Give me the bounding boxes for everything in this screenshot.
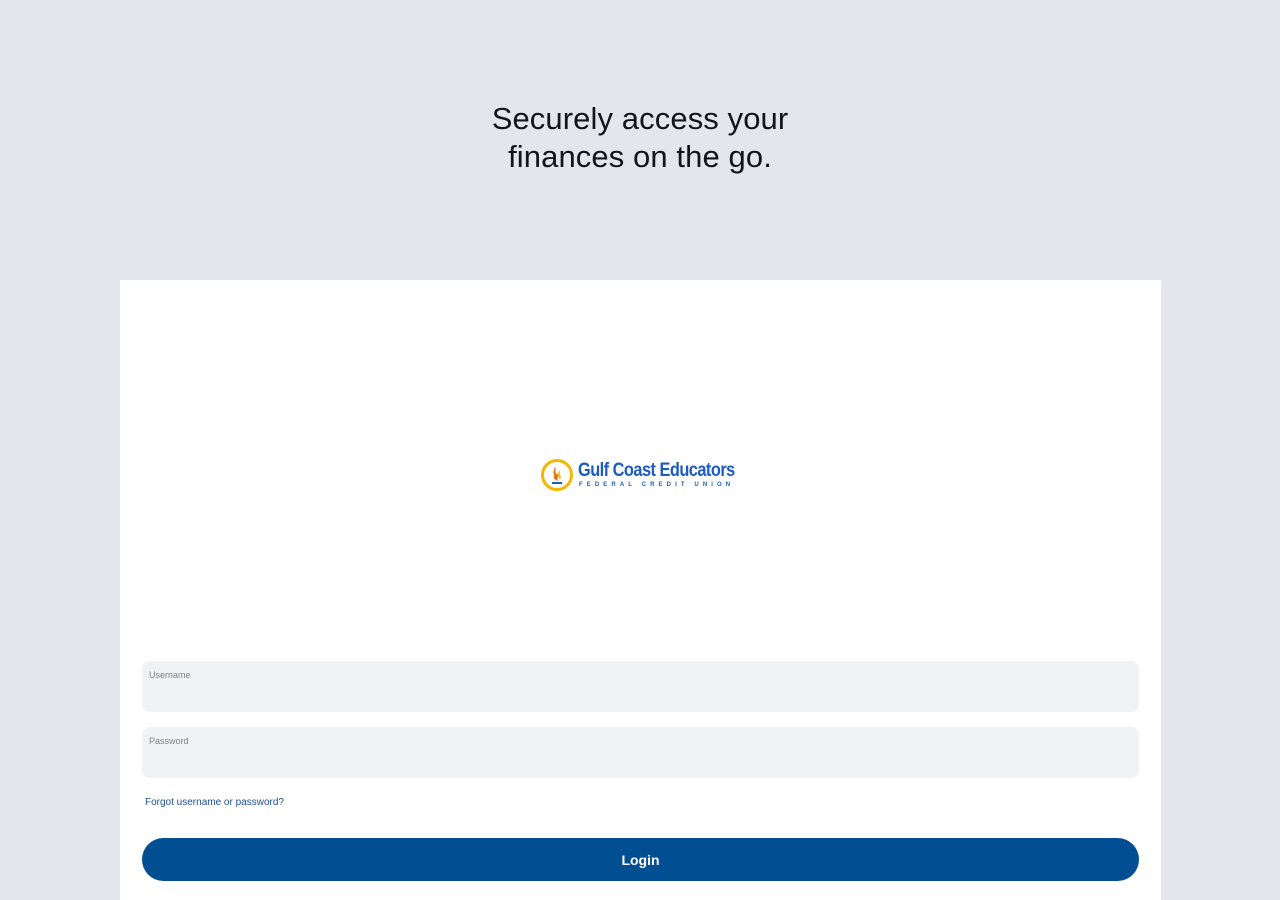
logo-wordmark: Gulf Coast Educators FEDERAL CREDIT UNIO… — [578, 461, 760, 489]
login-button[interactable]: Login — [142, 838, 1139, 881]
headline-line-2: finances on the go. — [508, 139, 772, 174]
password-input[interactable] — [149, 749, 1129, 771]
brand-logo: Gulf Coast Educators FEDERAL CREDIT UNIO… — [540, 458, 760, 492]
login-page: Securely access your finances on the go.… — [0, 0, 1280, 900]
headline-line-1: Securely access your — [491, 101, 789, 136]
logo-subtitle: FEDERAL CREDIT UNION — [579, 482, 735, 488]
username-input[interactable] — [149, 683, 1129, 705]
forgot-credentials-link[interactable]: Forgot username or password? — [145, 797, 284, 808]
username-label: Username — [149, 670, 191, 680]
flame-circle-icon — [541, 459, 573, 491]
login-card: Gulf Coast Educators FEDERAL CREDIT UNIO… — [120, 280, 1161, 900]
logo-name: Gulf Coast Educators — [578, 460, 735, 481]
password-field[interactable]: Password — [142, 727, 1139, 778]
page-headline: Securely access your finances on the go. — [0, 100, 1280, 176]
password-label: Password — [149, 736, 189, 746]
username-field[interactable]: Username — [142, 661, 1139, 712]
